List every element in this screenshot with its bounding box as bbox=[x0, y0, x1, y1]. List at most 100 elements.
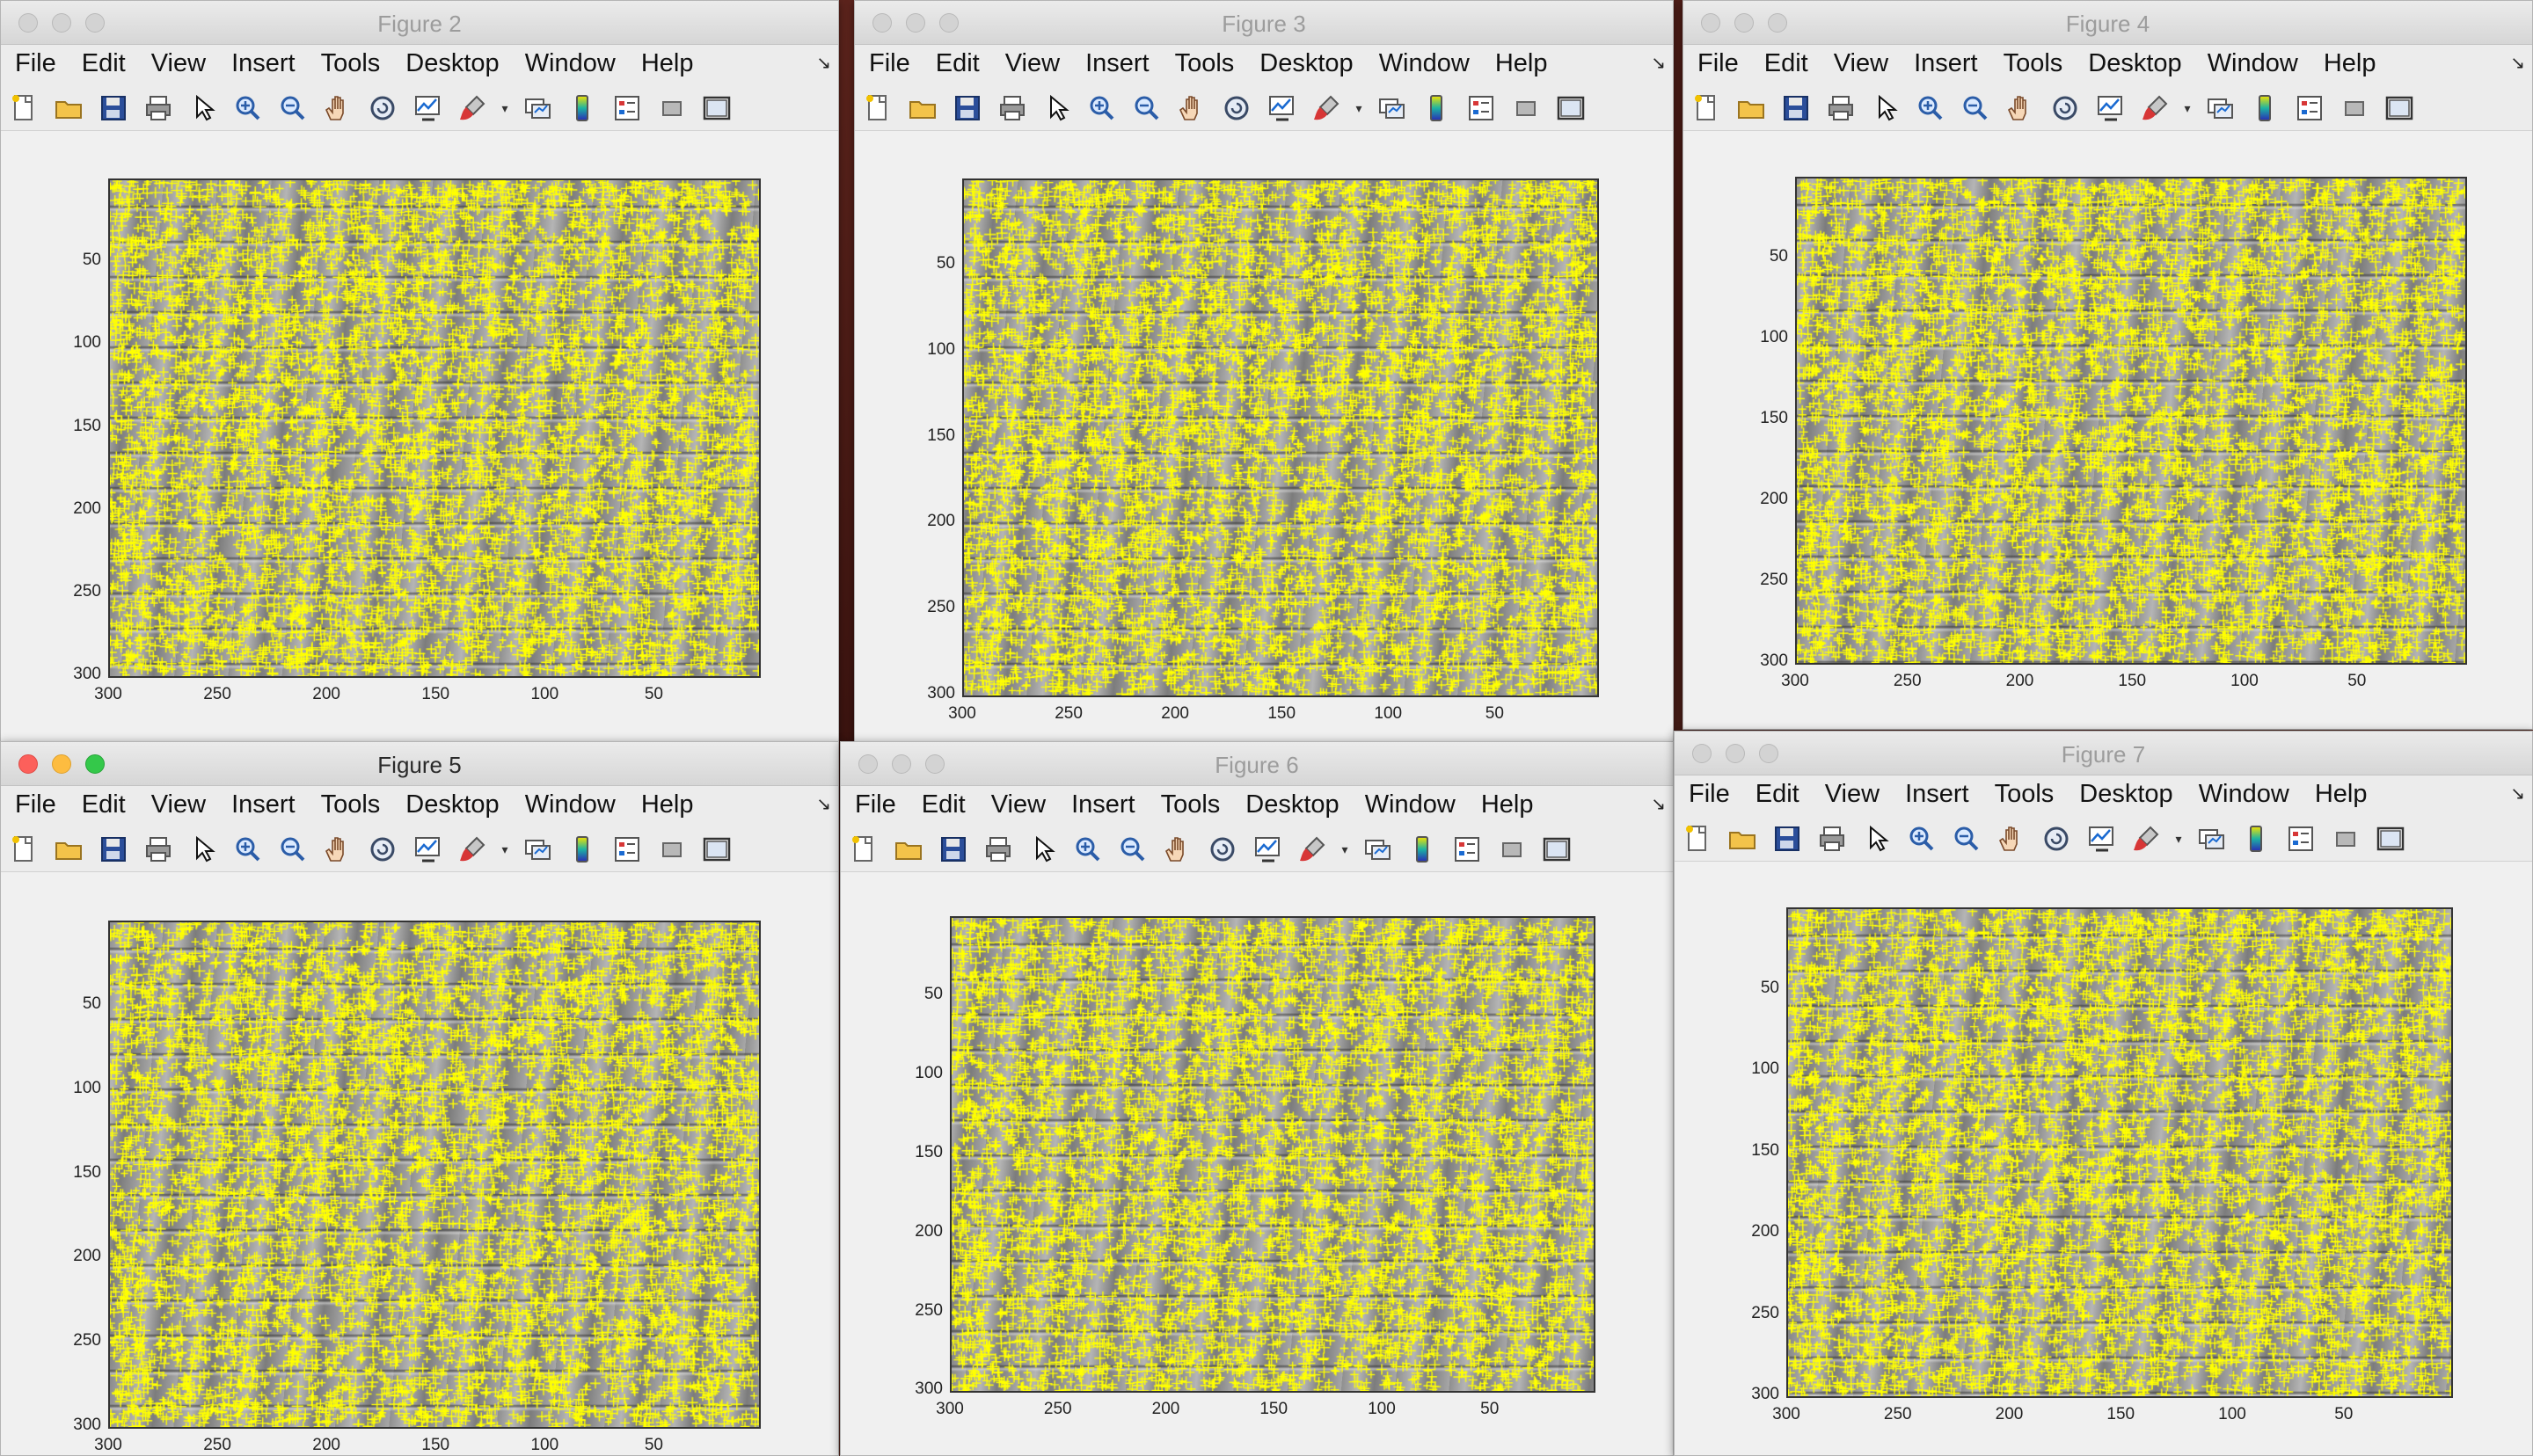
data-cursor-icon[interactable] bbox=[1266, 92, 1297, 124]
menu-overflow-icon[interactable]: ↘ bbox=[816, 793, 831, 815]
image-axes[interactable] bbox=[950, 916, 1595, 1393]
brush-icon[interactable] bbox=[456, 834, 488, 865]
rotate-3d-icon[interactable] bbox=[1221, 92, 1252, 124]
zoom-out-icon[interactable] bbox=[277, 834, 309, 865]
data-cursor-icon[interactable] bbox=[412, 834, 443, 865]
open-file-icon[interactable] bbox=[53, 92, 84, 124]
image-axes[interactable] bbox=[1786, 907, 2453, 1398]
new-figure-icon[interactable] bbox=[848, 834, 880, 865]
link-plot-icon[interactable] bbox=[2195, 823, 2227, 855]
print-icon[interactable] bbox=[142, 92, 174, 124]
show-plot-tools-icon[interactable] bbox=[1541, 834, 1573, 865]
menu-window[interactable]: Window bbox=[1379, 49, 1470, 78]
save-icon[interactable] bbox=[952, 92, 983, 124]
colorbar-icon[interactable] bbox=[566, 92, 598, 124]
menu-insert[interactable]: Insert bbox=[1914, 49, 1978, 78]
figure-window-6[interactable]: Figure 6 File Edit View Insert Tools Desktop Wi… bbox=[840, 741, 1674, 1456]
colorbar-icon[interactable] bbox=[566, 834, 598, 865]
hide-plot-tools-icon[interactable] bbox=[2339, 92, 2370, 124]
edit-plot-arrow-icon[interactable] bbox=[1870, 92, 1902, 124]
brush-icon[interactable] bbox=[1296, 834, 1328, 865]
pan-hand-icon[interactable] bbox=[322, 834, 354, 865]
title-bar[interactable]: Figure 5 bbox=[1, 742, 838, 786]
menu-edit[interactable]: Edit bbox=[82, 49, 126, 78]
menu-window[interactable]: Window bbox=[2199, 780, 2289, 809]
menu-desktop[interactable]: Desktop bbox=[1245, 790, 1339, 819]
image-axes[interactable] bbox=[1795, 177, 2467, 665]
menu-file[interactable]: File bbox=[1697, 49, 1739, 78]
menu-file[interactable]: File bbox=[869, 49, 910, 78]
title-bar[interactable]: Figure 3 bbox=[855, 1, 1673, 45]
edit-plot-arrow-icon[interactable] bbox=[1027, 834, 1059, 865]
menu-edit[interactable]: Edit bbox=[82, 790, 126, 819]
menu-file[interactable]: File bbox=[855, 790, 896, 819]
show-plot-tools-icon[interactable] bbox=[1555, 92, 1587, 124]
print-icon[interactable] bbox=[996, 92, 1028, 124]
open-file-icon[interactable] bbox=[1726, 823, 1758, 855]
open-file-icon[interactable] bbox=[1735, 92, 1767, 124]
image-axes[interactable] bbox=[108, 178, 761, 678]
open-file-icon[interactable] bbox=[907, 92, 938, 124]
menu-insert[interactable]: Insert bbox=[1085, 49, 1150, 78]
menu-edit[interactable]: Edit bbox=[922, 790, 966, 819]
menu-overflow-icon[interactable]: ↘ bbox=[2510, 783, 2525, 804]
new-figure-icon[interactable] bbox=[8, 834, 40, 865]
pan-hand-icon[interactable] bbox=[1162, 834, 1194, 865]
zoom-in-icon[interactable] bbox=[232, 92, 264, 124]
rotate-3d-icon[interactable] bbox=[1207, 834, 1238, 865]
menu-tools[interactable]: Tools bbox=[2004, 49, 2063, 78]
link-plot-icon[interactable] bbox=[522, 834, 553, 865]
zoom-out-icon[interactable] bbox=[1117, 834, 1149, 865]
link-plot-icon[interactable] bbox=[2204, 92, 2236, 124]
legend-icon[interactable] bbox=[2285, 823, 2317, 855]
edit-plot-arrow-icon[interactable] bbox=[187, 834, 219, 865]
menu-window[interactable]: Window bbox=[1365, 790, 1456, 819]
menu-help[interactable]: Help bbox=[641, 790, 694, 819]
menu-desktop[interactable]: Desktop bbox=[405, 790, 499, 819]
legend-icon[interactable] bbox=[611, 92, 643, 124]
pan-hand-icon[interactable] bbox=[1996, 823, 2027, 855]
new-figure-icon[interactable] bbox=[1682, 823, 1713, 855]
colorbar-icon[interactable] bbox=[2240, 823, 2272, 855]
image-axes[interactable] bbox=[962, 178, 1599, 697]
menu-insert[interactable]: Insert bbox=[231, 790, 296, 819]
legend-icon[interactable] bbox=[1465, 92, 1497, 124]
show-plot-tools-icon[interactable] bbox=[2383, 92, 2415, 124]
brush-dropdown-icon[interactable]: ▾ bbox=[1341, 834, 1348, 865]
title-bar[interactable]: Figure 6 bbox=[841, 742, 1673, 786]
figure-window-5[interactable]: Figure 5 File Edit View Insert Tools Desktop Wi… bbox=[0, 741, 839, 1456]
save-icon[interactable] bbox=[1780, 92, 1812, 124]
link-plot-icon[interactable] bbox=[522, 92, 553, 124]
data-cursor-icon[interactable] bbox=[1252, 834, 1283, 865]
menu-view[interactable]: View bbox=[1825, 780, 1880, 809]
zoom-in-icon[interactable] bbox=[1072, 834, 1104, 865]
menu-tools[interactable]: Tools bbox=[1995, 780, 2055, 809]
menu-help[interactable]: Help bbox=[1495, 49, 1548, 78]
menu-view[interactable]: View bbox=[1834, 49, 1888, 78]
menu-window[interactable]: Window bbox=[525, 49, 616, 78]
menu-help[interactable]: Help bbox=[1481, 790, 1534, 819]
colorbar-icon[interactable] bbox=[2249, 92, 2281, 124]
brush-dropdown-icon[interactable]: ▾ bbox=[2175, 823, 2182, 855]
legend-icon[interactable] bbox=[611, 834, 643, 865]
menu-insert[interactable]: Insert bbox=[231, 49, 296, 78]
zoom-out-icon[interactable] bbox=[1960, 92, 1991, 124]
print-icon[interactable] bbox=[1825, 92, 1857, 124]
edit-plot-arrow-icon[interactable] bbox=[187, 92, 219, 124]
brush-icon[interactable] bbox=[456, 92, 488, 124]
menu-overflow-icon[interactable]: ↘ bbox=[1651, 52, 1666, 74]
menu-overflow-icon[interactable]: ↘ bbox=[1651, 793, 1666, 815]
pan-hand-icon[interactable] bbox=[322, 92, 354, 124]
show-plot-tools-icon[interactable] bbox=[701, 92, 733, 124]
legend-icon[interactable] bbox=[1451, 834, 1483, 865]
rotate-3d-icon[interactable] bbox=[367, 92, 398, 124]
hide-plot-tools-icon[interactable] bbox=[1496, 834, 1528, 865]
menu-overflow-icon[interactable]: ↘ bbox=[2510, 52, 2525, 74]
colorbar-icon[interactable] bbox=[1406, 834, 1438, 865]
edit-plot-arrow-icon[interactable] bbox=[1861, 823, 1893, 855]
save-icon[interactable] bbox=[98, 834, 129, 865]
menu-help[interactable]: Help bbox=[641, 49, 694, 78]
brush-dropdown-icon[interactable]: ▾ bbox=[501, 92, 508, 124]
colorbar-icon[interactable] bbox=[1420, 92, 1452, 124]
legend-icon[interactable] bbox=[2294, 92, 2325, 124]
